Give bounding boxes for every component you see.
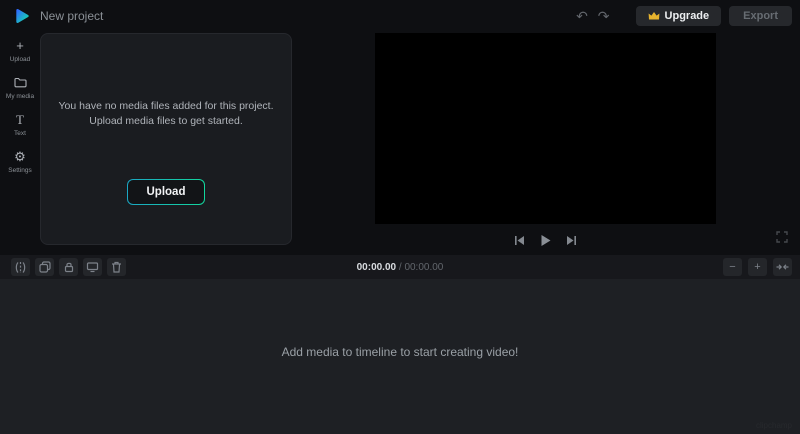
header: New project ↶ ↷ Upgrade Export <box>0 0 800 32</box>
media-panel: You have no media files added for this p… <box>40 33 292 245</box>
sidebar-item-settings[interactable]: ⚙ Settings <box>0 143 40 180</box>
sidebar-item-upload[interactable]: + Upload <box>0 32 40 69</box>
timeline-body[interactable]: Add media to timeline to start creating … <box>0 279 800 434</box>
upgrade-label: Upgrade <box>665 10 710 22</box>
current-time: 00:00.00 <box>357 262 396 273</box>
history-controls: ↶ ↷ <box>576 9 609 23</box>
total-time: 00:00.00 <box>404 262 443 273</box>
export-button[interactable]: Export <box>729 6 792 26</box>
export-label: Export <box>743 10 778 22</box>
timeline-toolbar: 00:00.00 / 00:00.00 − + <box>0 255 800 279</box>
split-icon[interactable] <box>11 258 30 276</box>
zoom-fit-icon[interactable] <box>773 258 792 276</box>
sidebar-item-label: Text <box>14 130 26 137</box>
page-title: New project <box>40 9 103 23</box>
delete-icon[interactable] <box>107 258 126 276</box>
sidebar-item-label: My media <box>6 93 34 100</box>
crown-icon <box>648 11 660 21</box>
zoom-in-button[interactable]: + <box>748 258 767 276</box>
redo-icon[interactable]: ↷ <box>598 9 610 23</box>
video-preview <box>375 33 716 224</box>
fullscreen-icon[interactable] <box>776 231 788 243</box>
app-window: New project ↶ ↷ Upgrade Export + Upload <box>0 0 800 434</box>
plus-icon: + <box>16 39 24 53</box>
sidebar-item-label: Settings <box>8 167 32 174</box>
transport-controls <box>375 230 716 250</box>
zoom-controls: − + <box>723 258 792 276</box>
upload-button[interactable]: Upload <box>128 180 204 204</box>
header-actions: ↶ ↷ Upgrade Export <box>576 0 792 32</box>
undo-icon[interactable]: ↶ <box>576 9 588 23</box>
timeline-empty-message: Add media to timeline to start creating … <box>0 345 800 359</box>
duplicate-icon[interactable] <box>35 258 54 276</box>
zoom-out-button[interactable]: − <box>723 258 742 276</box>
skip-start-icon[interactable] <box>514 235 525 246</box>
sidebar: + Upload My media T Text ⚙ Settings <box>0 32 40 255</box>
gear-icon: ⚙ <box>14 150 26 164</box>
watermark-text: clipchamp <box>756 421 792 430</box>
app-logo-icon[interactable] <box>13 7 31 25</box>
upgrade-button[interactable]: Upgrade <box>636 6 722 26</box>
play-icon[interactable] <box>539 234 552 247</box>
lock-icon[interactable] <box>59 258 78 276</box>
sidebar-item-text[interactable]: T Text <box>0 106 40 143</box>
skip-end-icon[interactable] <box>566 235 577 246</box>
text-icon: T <box>16 113 24 127</box>
upload-button-border: Upload <box>127 179 205 205</box>
picture-in-picture-icon[interactable] <box>83 258 102 276</box>
media-empty-message: You have no media files added for this p… <box>41 99 291 129</box>
time-separator: / <box>396 262 404 273</box>
sidebar-item-label: Upload <box>10 56 31 63</box>
sidebar-item-my-media[interactable]: My media <box>0 69 40 106</box>
folder-icon <box>14 76 27 90</box>
